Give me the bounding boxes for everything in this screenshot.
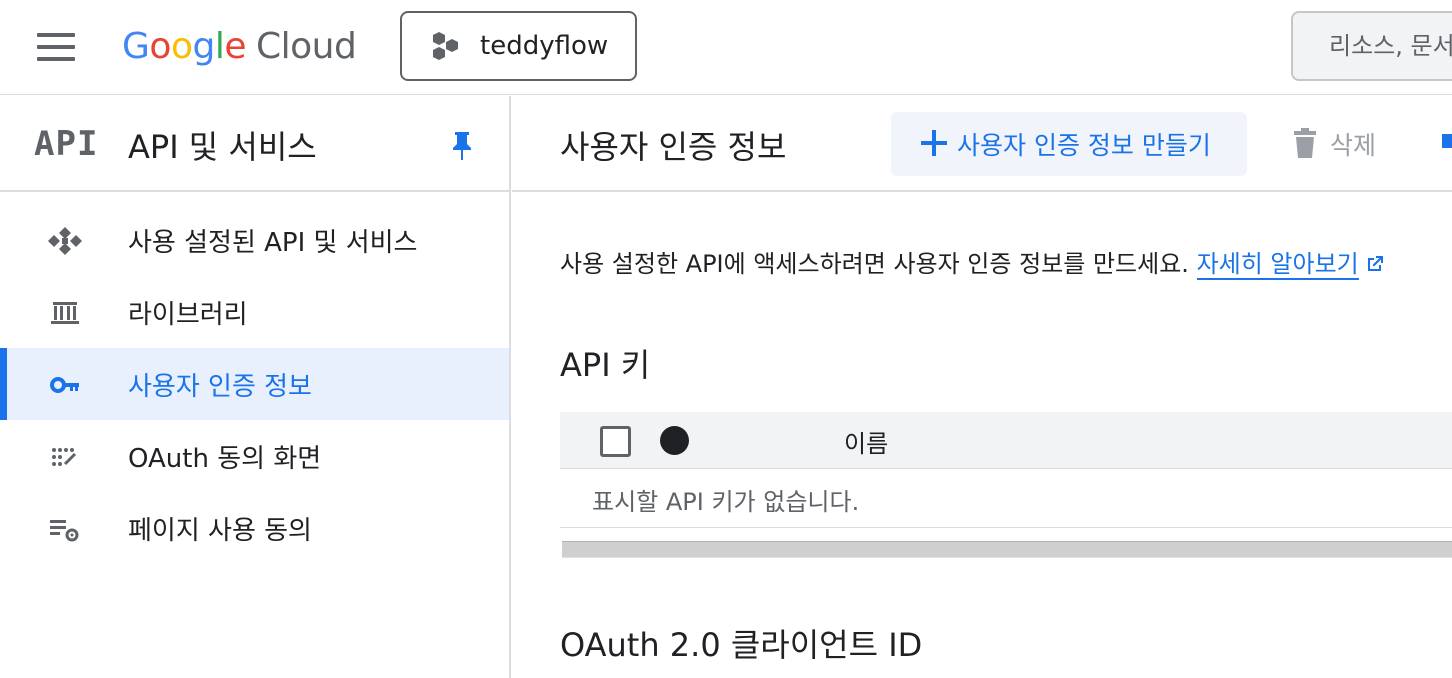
api-diamond-icon [48, 227, 82, 255]
delete-label: 삭제 [1330, 131, 1377, 160]
sidebar-item-enabled-apis[interactable]: 사용 설정된 API 및 서비스 [0, 204, 509, 276]
sidebar-item-label: 사용 설정된 API 및 서비스 [128, 227, 418, 258]
api-logo-icon: API [34, 124, 99, 164]
truncated-toolbar-icon[interactable] [1442, 134, 1452, 148]
learn-more-link[interactable]: 자세히 알아보기 [1196, 250, 1359, 280]
sidebar-title: API 및 서비스 [128, 128, 317, 166]
credentials-description: 사용 설정한 API에 액세스하려면 사용자 인증 정보를 만드세요. 자세히 … [560, 244, 1385, 280]
pin-icon[interactable] [450, 130, 474, 162]
empty-table-row: 표시할 API 키가 없습니다. [560, 470, 1452, 528]
sidebar-item-credentials[interactable]: 사용자 인증 정보 [0, 348, 509, 420]
column-header-name[interactable]: 이름 [844, 424, 888, 459]
sidebar-item-label: 라이브러리 [128, 299, 248, 330]
sidebar-header: API API 및 서비스 [0, 96, 509, 192]
external-link-icon[interactable] [1365, 254, 1385, 274]
sidebar: API API 및 서비스 사용 설정된 API 및 서비스 라이브러리 사용자… [0, 96, 511, 678]
main-menu-icon[interactable] [37, 33, 75, 61]
sidebar-item-oauth-consent[interactable]: OAuth 동의 화면 [0, 420, 509, 492]
sidebar-nav: 사용 설정된 API 및 서비스 라이브러리 사용자 인증 정보 OAuth 동… [0, 192, 509, 564]
google-cloud-logo[interactable]: Google Cloud [122, 22, 357, 70]
sidebar-item-page-usage-agreements[interactable]: 페이지 사용 동의 [0, 492, 509, 564]
empty-message: 표시할 API 키가 없습니다. [592, 488, 860, 516]
api-keys-table-header: 이름 [560, 412, 1452, 469]
select-all-checkbox[interactable] [600, 426, 631, 457]
project-picker-button[interactable]: teddyflow [400, 11, 637, 81]
status-column-icon [660, 426, 689, 455]
plus-icon [921, 130, 947, 156]
create-credentials-label: 사용자 인증 정보 만들기 [957, 131, 1211, 160]
sidebar-item-label: 페이지 사용 동의 [128, 515, 312, 546]
project-name: teddyflow [480, 31, 609, 61]
sidebar-item-library[interactable]: 라이브러리 [0, 276, 509, 348]
main-content: 사용자 인증 정보 사용자 인증 정보 만들기 삭제 사용 설정한 API에 액… [512, 96, 1452, 678]
trash-icon [1294, 128, 1316, 158]
top-bar: Google Cloud teddyflow [0, 0, 1452, 95]
sidebar-item-label: 사용자 인증 정보 [128, 371, 312, 402]
key-icon [50, 377, 79, 393]
sidebar-item-label: OAuth 동의 화면 [128, 443, 322, 474]
page-title: 사용자 인증 정보 [560, 128, 787, 166]
main-header: 사용자 인증 정보 사용자 인증 정보 만들기 삭제 [512, 96, 1452, 192]
library-icon [51, 302, 79, 324]
api-keys-section-title: API 키 [560, 346, 651, 384]
horizontal-scrollbar[interactable] [562, 541, 1452, 558]
logo-cloud-text: Cloud [256, 25, 357, 67]
search-input[interactable] [1329, 32, 1452, 60]
oauth-consent-icon [52, 448, 77, 466]
page-usage-settings-icon [50, 520, 79, 542]
search-bar[interactable] [1291, 11, 1452, 81]
project-hexagons-icon [433, 32, 458, 60]
oauth-clients-section-title: OAuth 2.0 클라이언트 ID [560, 626, 923, 664]
create-credentials-button[interactable]: 사용자 인증 정보 만들기 [891, 112, 1247, 176]
